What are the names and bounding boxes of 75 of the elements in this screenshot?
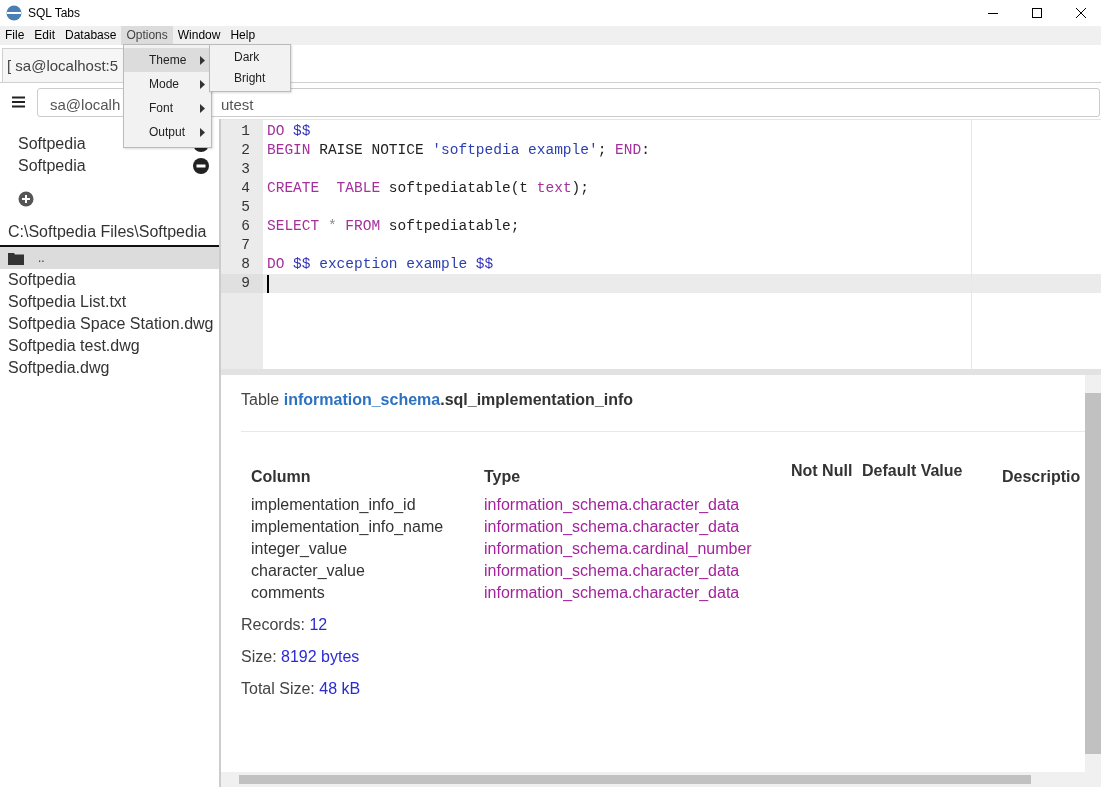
menu-item[interactable]: Window [172,26,226,45]
menu-item[interactable]: Theme [124,48,211,72]
table-cell-text: comments [251,583,326,603]
file-name: Softpedia List.txt [8,293,127,311]
menu-item[interactable]: File [0,26,30,45]
menu-item[interactable]: Database [60,26,122,45]
code-line: SELECT * FROM softpediatable; [267,217,520,236]
line-number: 8 [240,255,251,274]
file-name: Softpedia Space Station.dwg [8,315,214,333]
menu-item[interactable]: Options [121,26,173,45]
menu-item[interactable]: Output [124,120,211,144]
line-number: 6 [240,217,251,236]
text-cursor [267,274,269,293]
column-header: Column [251,466,312,487]
table-cell-text: implementation_info_id [251,495,417,515]
file-name: .. [38,251,45,265]
connection-item[interactable]: Softpedia [18,157,86,175]
stat-text: Records: 12 [241,615,329,635]
close-icon[interactable] [1075,7,1087,19]
line-number: 7 [240,236,251,255]
table-cell-text: information_schema.character_data [484,517,741,537]
app-icon [6,5,22,21]
submenu-arrow-icon [200,127,205,137]
table-cell-text: implementation_info_name [251,517,445,537]
code-line: BEGIN RAISE NOTICE 'softpedia example'; END: [267,141,650,160]
current-path: C:\Softpedia Files\Softpedia [7,222,208,242]
remove-icon [193,158,209,174]
stat-text: Size: 8192 bytes [241,647,361,667]
submenu-arrow-icon [200,79,205,89]
menu-item[interactable]: Edit [29,26,61,45]
window-title: SQL Tabs [28,6,81,20]
table-cell-text: information_schema.character_data [484,583,741,603]
maximize-icon[interactable] [1031,7,1043,19]
table-cell-text: information_schema.character_data [484,495,741,515]
column-header: Type [484,466,522,487]
menu-item[interactable]: Bright [210,68,290,89]
file-name: Softpedia test.dwg [8,337,140,355]
table-cell-text: information_schema.cardinal_number [484,539,753,559]
directory-entry[interactable]: Softpedia test.dwg [0,335,219,357]
horizontal-scrollbar[interactable] [221,772,1101,787]
connection-item[interactable]: Softpedia [18,135,86,153]
directory-entry[interactable]: Softpedia.dwg [0,357,219,379]
stat-text: Total Size: 48 kB [241,679,362,699]
table-cell-text: information_schema.character_data [484,561,741,581]
code-line: DO $$ [267,122,311,141]
folder-icon [8,251,24,265]
directory-entry[interactable]: Softpedia [0,269,219,291]
directory-entry[interactable]: Softpedia Space Station.dwg [0,313,219,335]
table-cell-text: integer_value [251,539,349,559]
code-line: DO $$ exception example $$ [267,255,494,274]
menu-icon[interactable] [12,96,25,108]
menu-item[interactable]: Help [225,26,261,45]
menu-item[interactable]: Dark [210,47,290,68]
column-header: Default Value [862,461,964,481]
add-icon[interactable] [18,191,34,207]
line-number: 5 [240,198,251,217]
menu-item[interactable]: Font [124,96,211,120]
line-number: 9 [221,274,263,293]
vertical-scrollbar[interactable] [1085,375,1101,772]
file-name: Softpedia.dwg [8,359,110,377]
file-name: Softpedia [8,271,76,289]
line-number: 2 [240,141,251,160]
line-number: 3 [240,160,251,179]
line-number: 1 [240,122,251,141]
column-header: Not Null [791,461,854,481]
code-line: CREATE TABLE softpediatable(t text); [267,179,589,198]
column-header: Descriptio [1002,466,1082,487]
submenu-arrow-icon [200,55,205,65]
directory-entry[interactable]: .. [0,247,219,269]
directory-entry[interactable]: Softpedia List.txt [0,291,219,313]
code-editor[interactable]: 1 2 3 4 5 6 7 8 9 DO $$ BEGIN RAISE NOTICE 'softpedia example'; END: CREATE TABLE softpediatable(t text); SELECT * FROM softpediatable; DO $$ exception example $$ [221,119,1101,369]
submenu-arrow-icon [200,103,205,113]
line-number: 4 [240,179,251,198]
table-title: Table information_schema.sql_implementation_info [241,391,635,409]
table-cell-text: character_value [251,561,366,581]
